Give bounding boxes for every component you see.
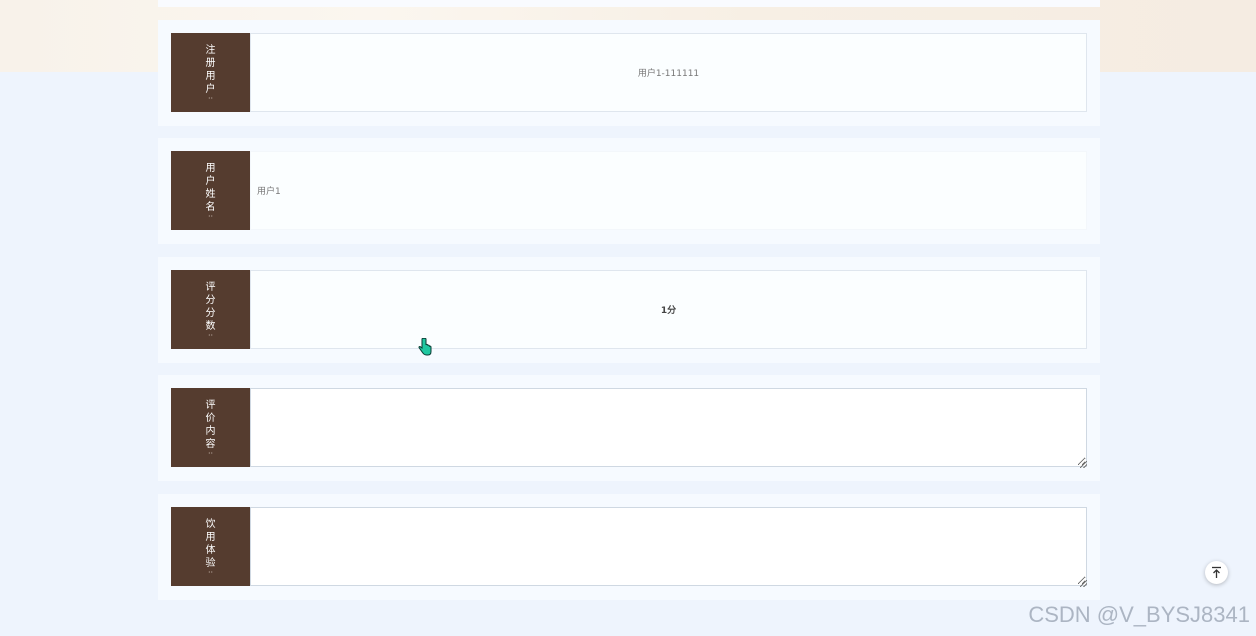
field-label-text: 用户姓名: [205, 162, 216, 213]
form-row-drinking-experience: 饮用体验 ··: [158, 494, 1100, 600]
registered-user-value: 用户1-111111: [250, 33, 1087, 112]
form-row-user-name: 用户姓名 ·· 用户1: [158, 138, 1100, 244]
form-row-review-content: 评价内容 ··: [158, 375, 1100, 481]
user-name-value: 用户1: [250, 151, 1087, 230]
label-ellipsis: ··: [207, 93, 214, 103]
field-label-text: 注册用户: [205, 44, 216, 95]
label-ellipsis: ··: [207, 448, 214, 458]
previous-card-edge: [158, 0, 1100, 7]
field-label-review-content: 评价内容 ··: [171, 388, 250, 467]
field-label-user-name: 用户姓名 ··: [171, 151, 250, 230]
watermark-text: CSDN @V_BYSJ8341: [1028, 602, 1250, 627]
field-label-rating-score: 评分分数 ··: [171, 270, 250, 349]
registered-user-text: 用户1-111111: [637, 69, 700, 79]
label-ellipsis: ··: [207, 211, 214, 221]
user-name-text: 用户1: [257, 187, 281, 197]
drinking-experience-textarea[interactable]: [250, 507, 1087, 586]
rating-score-value: 1分: [250, 270, 1087, 349]
field-label-text: 饮用体验: [205, 518, 216, 569]
review-content-textarea[interactable]: [250, 388, 1087, 467]
arrow-up-to-top-icon: [1212, 566, 1221, 578]
label-ellipsis: ··: [207, 567, 214, 577]
field-label-registered-user: 注册用户 ··: [171, 33, 250, 112]
label-ellipsis: ··: [207, 330, 214, 340]
field-label-text: 评分分数: [205, 281, 216, 332]
field-label-text: 评价内容: [205, 399, 216, 450]
form-row-rating-score: 评分分数 ·· 1分: [158, 257, 1100, 363]
hand-pointer-cursor-icon: [418, 338, 432, 356]
field-label-drinking-experience: 饮用体验 ··: [171, 507, 250, 586]
rating-score-text: 1分: [660, 306, 677, 316]
form-row-registered-user: 注册用户 ·· 用户1-111111: [158, 20, 1100, 126]
back-to-top-button[interactable]: [1205, 561, 1228, 584]
